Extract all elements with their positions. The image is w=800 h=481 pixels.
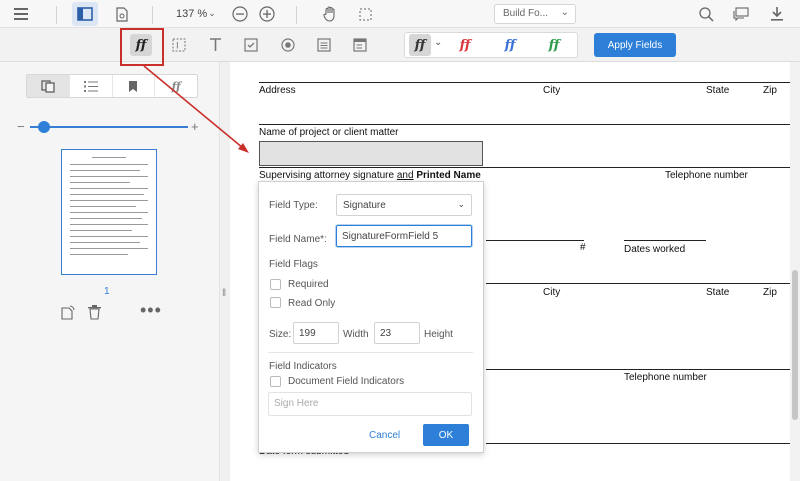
annotation-arrow-icon bbox=[143, 65, 249, 153]
